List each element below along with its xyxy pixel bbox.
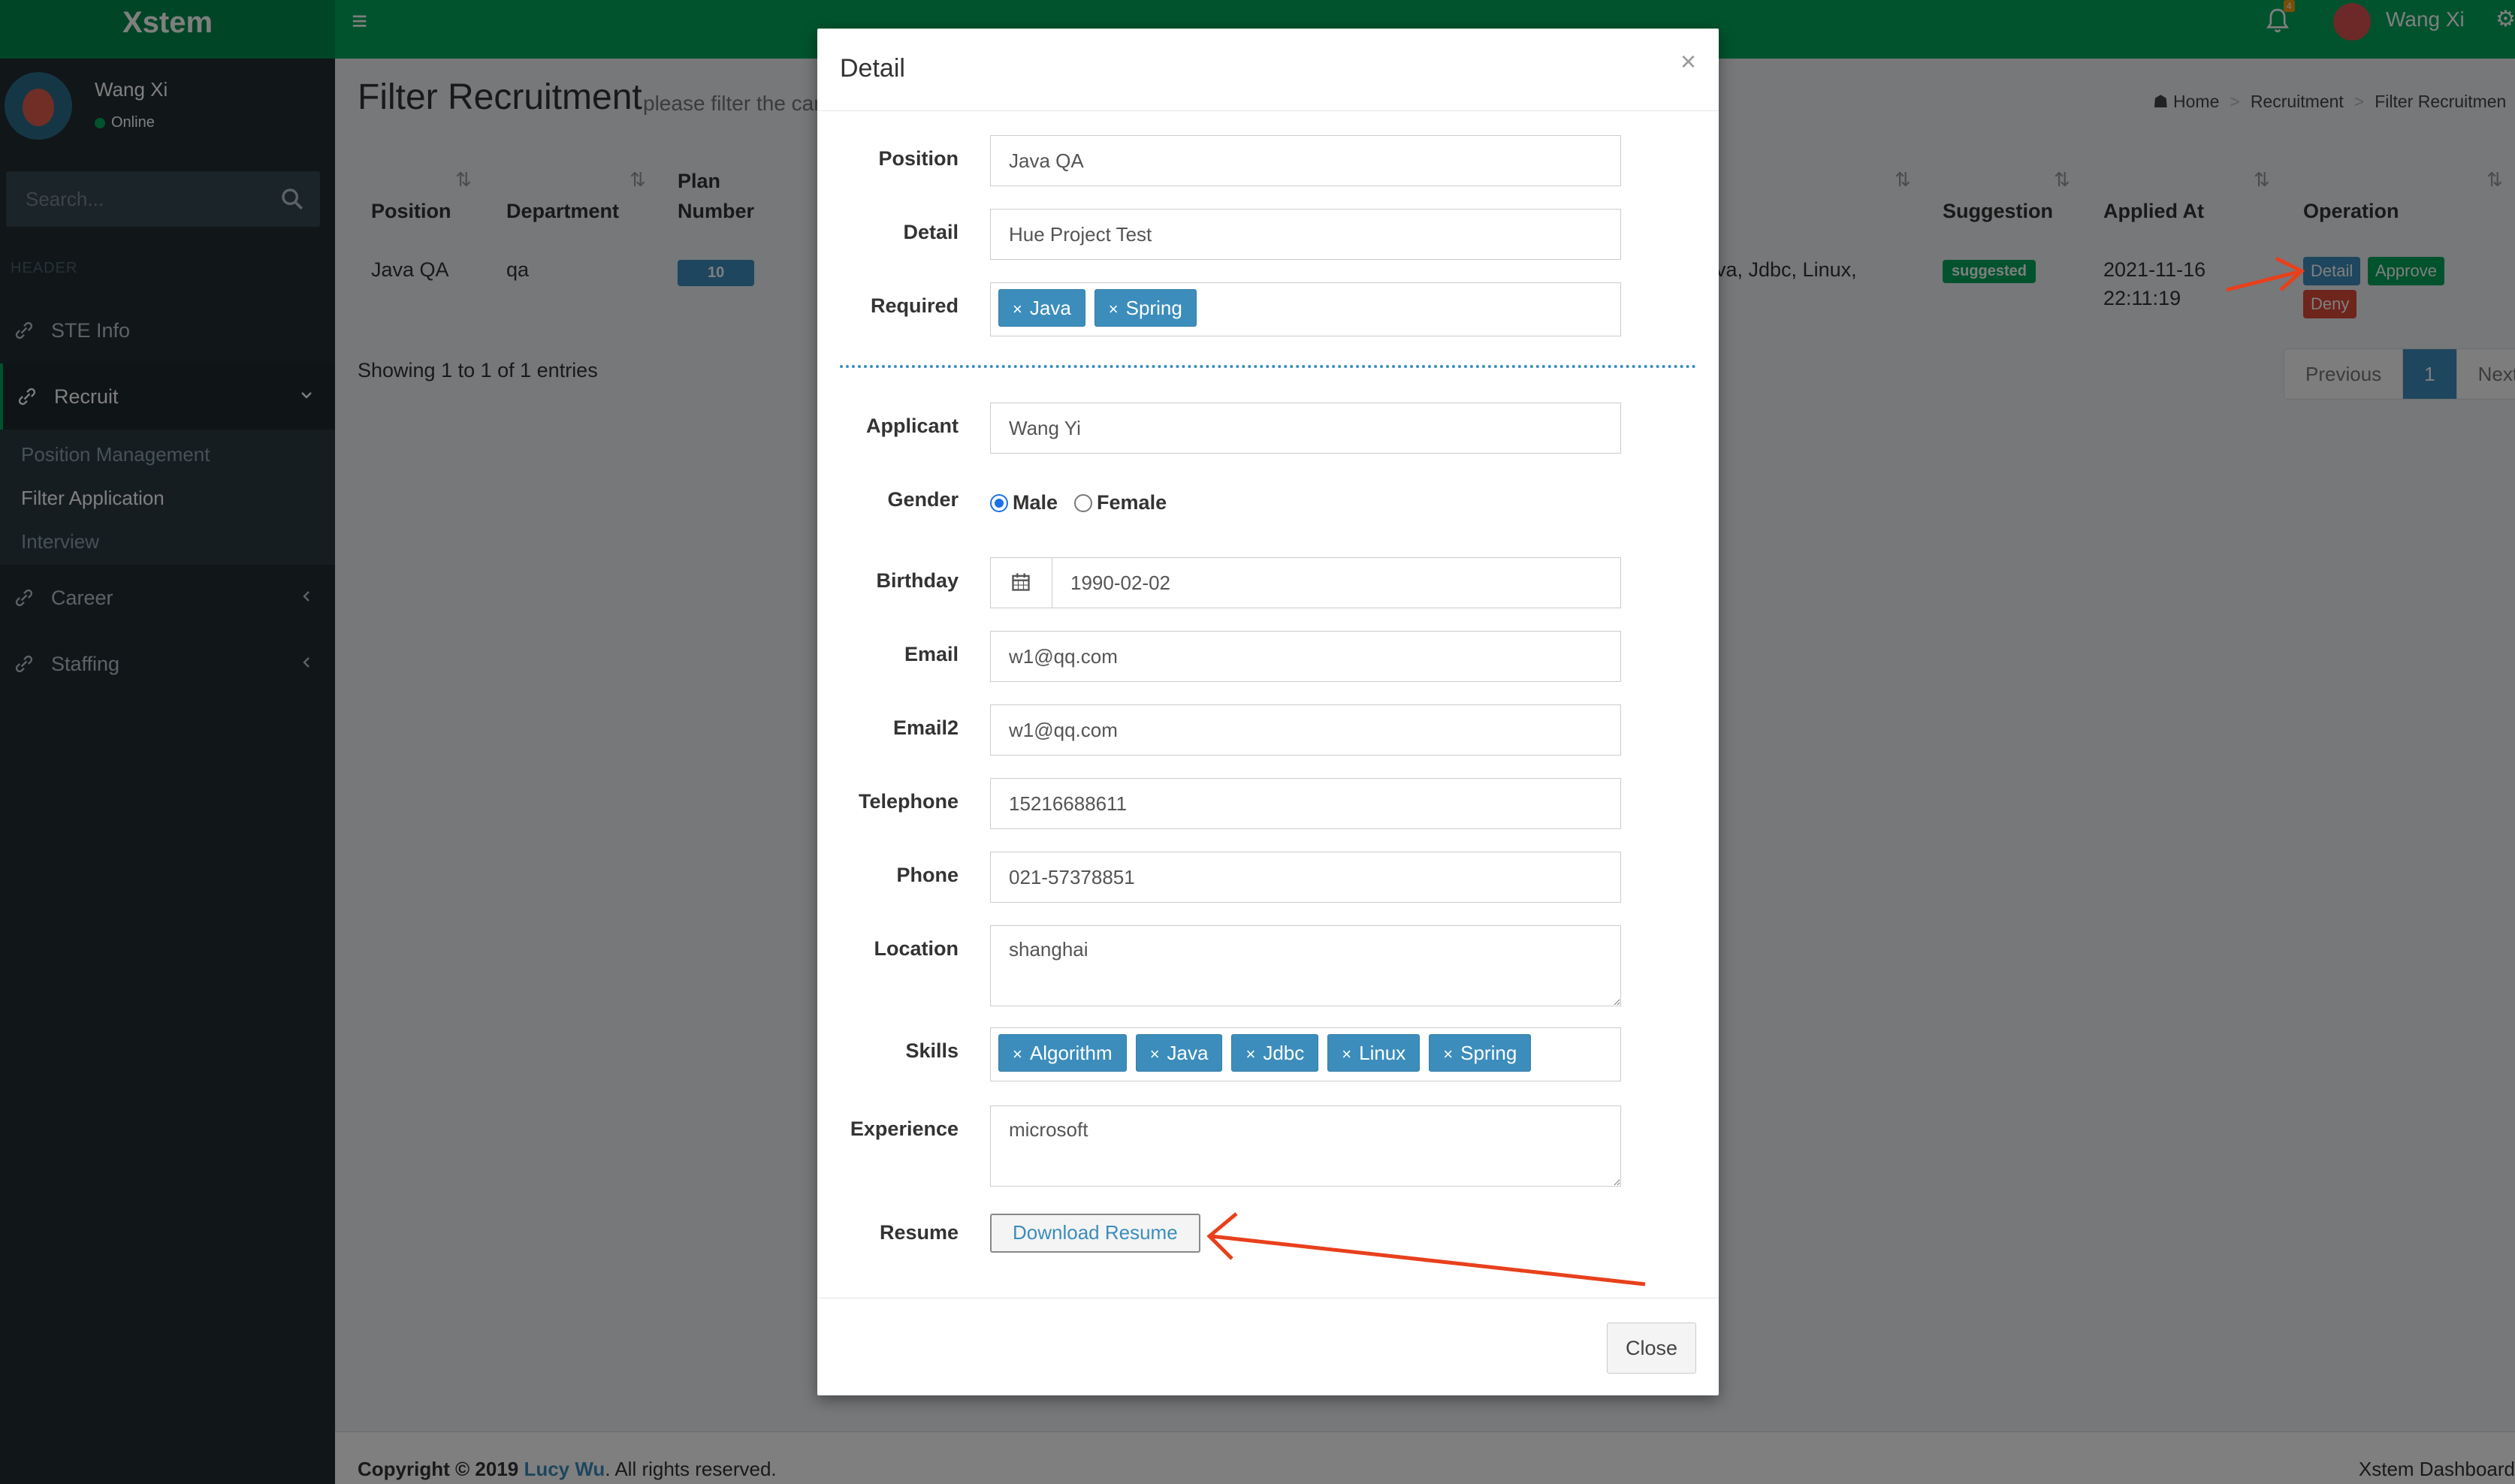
skills-tag-select[interactable]: × Algorithm × Java × Jdbc × Linux × Spring (990, 1027, 1621, 1081)
tag-jdbc[interactable]: × Jdbc (1231, 1034, 1319, 1072)
tag-label: Spring (1125, 297, 1182, 319)
label-skills: Skills (905, 1039, 959, 1062)
remove-tag-icon[interactable]: × (1109, 300, 1119, 318)
tag-java[interactable]: × Java (998, 289, 1085, 327)
download-resume-button[interactable]: Download Resume (990, 1214, 1200, 1253)
label-position: Position (878, 147, 959, 170)
tag-label: Java (1029, 297, 1071, 319)
remove-tag-icon[interactable]: × (1443, 1045, 1453, 1063)
remove-tag-icon[interactable]: × (1013, 300, 1022, 318)
remove-tag-icon[interactable]: × (1013, 1045, 1022, 1063)
label-location: Location (874, 937, 959, 960)
birthday-datepicker[interactable]: 1990-02-02 (990, 557, 1621, 608)
modal-title: Detail (840, 54, 905, 83)
required-tag-select[interactable]: × Java × Spring (990, 282, 1621, 336)
experience-textarea[interactable]: microsoft (990, 1105, 1621, 1187)
detail-field[interactable] (990, 209, 1621, 260)
location-textarea[interactable]: shanghai (990, 925, 1621, 1006)
remove-tag-icon[interactable]: × (1342, 1045, 1351, 1063)
label-email: Email (904, 643, 959, 665)
gender-male-label[interactable]: Male (1013, 491, 1058, 514)
label-phone: Phone (896, 864, 959, 886)
tag-label: Spring (1460, 1042, 1517, 1064)
gender-female-radio[interactable] (1074, 493, 1093, 512)
birthday-value[interactable]: 1990-02-02 (1070, 558, 1170, 608)
phone-field[interactable] (990, 852, 1621, 903)
tag-label: Algorithm (1029, 1042, 1113, 1064)
label-resume: Resume (879, 1221, 959, 1244)
tag-algorithm[interactable]: × Algorithm (998, 1034, 1127, 1072)
label-birthday: Birthday (876, 569, 959, 592)
label-email2: Email2 (892, 716, 959, 739)
gender-female-label[interactable]: Female (1097, 491, 1167, 514)
calendar-icon (1012, 573, 1030, 591)
label-gender: Gender (887, 488, 959, 511)
email-field[interactable] (990, 631, 1621, 682)
email2-field[interactable] (990, 704, 1621, 756)
gender-male-radio[interactable] (990, 493, 1008, 512)
tag-spring[interactable]: × Spring (1094, 289, 1197, 327)
close-button[interactable]: Close (1606, 1323, 1696, 1374)
label-experience: Experience (850, 1118, 959, 1140)
calendar-addon[interactable] (991, 558, 1052, 608)
label-telephone: Telephone (858, 790, 959, 813)
close-icon[interactable]: × (1680, 48, 1696, 75)
telephone-field[interactable] (990, 778, 1621, 829)
remove-tag-icon[interactable]: × (1245, 1045, 1255, 1063)
tag-label: Linux (1359, 1042, 1406, 1064)
tag-linux[interactable]: × Linux (1327, 1034, 1421, 1072)
modal-footer: Close (817, 1298, 1719, 1395)
tag-label: Java (1167, 1042, 1209, 1064)
position-field[interactable] (990, 135, 1621, 186)
applicant-field[interactable] (990, 403, 1621, 454)
tag-spring[interactable]: × Spring (1429, 1034, 1532, 1072)
tag-java[interactable]: × Java (1135, 1034, 1223, 1072)
label-detail: Detail (903, 221, 959, 243)
modal-header: Detail × (817, 29, 1719, 111)
label-required: Required (870, 294, 959, 317)
tag-label: Jdbc (1263, 1042, 1305, 1064)
section-divider (840, 365, 1696, 368)
label-applicant: Applicant (865, 415, 959, 437)
gender-radio-group: Male Female (990, 491, 1167, 514)
remove-tag-icon[interactable]: × (1150, 1045, 1160, 1063)
detail-modal: Detail × Position Detail Required × Java … (817, 29, 1719, 1395)
